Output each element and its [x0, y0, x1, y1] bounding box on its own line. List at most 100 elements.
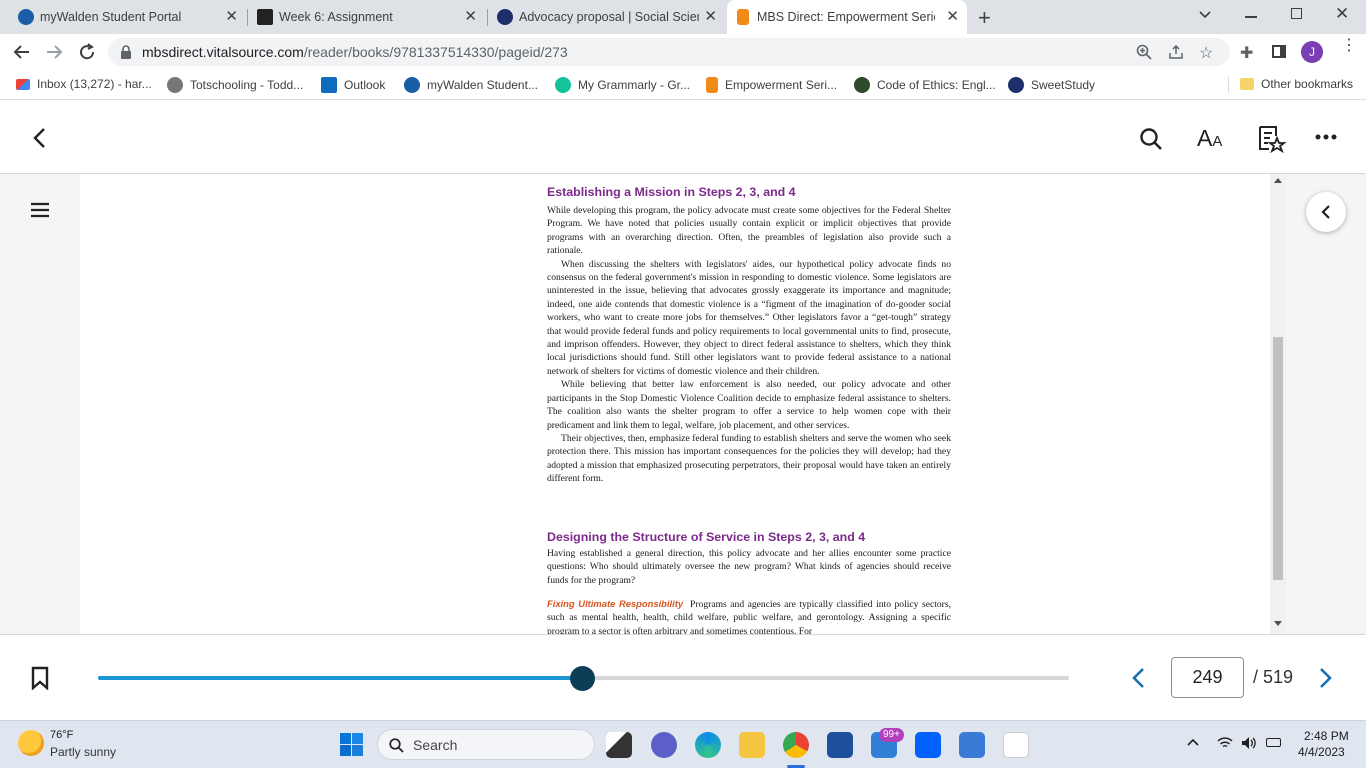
dropbox-icon[interactable]: [915, 732, 941, 758]
bookmark-item[interactable]: Totschooling - Todd...: [167, 77, 303, 93]
battery-icon[interactable]: [1266, 738, 1281, 747]
table-of-contents-icon[interactable]: [31, 202, 49, 218]
restore-button[interactable]: [1291, 8, 1302, 19]
tab-strip: myWalden Student Portal ✕ Week 6: Assign…: [0, 0, 1366, 34]
bookmark-label: My Grammarly - Gr...: [578, 78, 690, 92]
tab-walden-portal[interactable]: myWalden Student Portal ✕: [10, 0, 246, 34]
mbs-icon: [737, 9, 749, 25]
sweetstudy-icon: [1008, 77, 1024, 93]
page-slider[interactable]: [98, 666, 1069, 691]
sweetstudy-icon: [497, 9, 513, 25]
url-host: mbsdirect.vitalsource.com: [142, 44, 304, 60]
url-path: /reader/books/9781337514330/pageid/273: [303, 44, 568, 60]
next-page-icon[interactable]: [1319, 667, 1333, 689]
previous-page-icon[interactable]: [1131, 667, 1145, 689]
bookmark-item[interactable]: Code of Ethics: Engl...: [854, 77, 996, 93]
store-icon[interactable]: [827, 732, 853, 758]
weather-desc[interactable]: Partly sunny: [50, 745, 116, 759]
page-scrollbar[interactable]: [1270, 174, 1286, 634]
close-icon[interactable]: ✕: [946, 9, 959, 25]
section-text: While developing this program, the polic…: [547, 204, 951, 486]
notes-star-icon[interactable]: [1257, 124, 1287, 154]
bookmark-item[interactable]: Empowerment Seri...: [706, 77, 837, 93]
bookmark-item[interactable]: Outlook: [321, 77, 385, 93]
task-view-icon[interactable]: [606, 732, 632, 758]
windows-start-icon[interactable]: [340, 733, 363, 756]
reader-header: AA: [0, 101, 1366, 174]
more-options-icon[interactable]: [1315, 134, 1337, 140]
zoom-icon[interactable]: [1136, 44, 1152, 60]
bookmark-label: Outlook: [344, 78, 386, 92]
bookmark-label: Other bookmarks: [1261, 77, 1354, 91]
tab-separator: [487, 9, 488, 26]
back-chevron-icon[interactable]: [31, 127, 47, 149]
section-text: Fixing Ultimate Responsibility Programs …: [547, 597, 951, 634]
weather-icon[interactable]: [18, 730, 44, 756]
bookmark-label: Empowerment Seri...: [725, 78, 838, 92]
ethics-icon: [854, 77, 870, 93]
share-icon[interactable]: [1168, 44, 1184, 60]
page-slider-fill: [98, 676, 583, 680]
chat-icon[interactable]: [651, 732, 677, 758]
tab-title: Advocacy proposal | Social Scien: [519, 10, 699, 24]
minimize-button[interactable]: [1245, 16, 1257, 18]
profile-avatar[interactable]: J: [1301, 41, 1323, 63]
lock-icon[interactable]: [120, 45, 132, 59]
paragraph: While believing that better law enforcem…: [547, 379, 951, 431]
bookmark-item[interactable]: My Grammarly - Gr...: [555, 77, 690, 93]
page-total: / 519: [1253, 667, 1294, 687]
weather-temp[interactable]: 76°F: [50, 729, 73, 741]
clock-date[interactable]: 4/4/2023: [1298, 745, 1345, 759]
page-number-input[interactable]: 249: [1171, 657, 1244, 698]
bookmark-item[interactable]: SweetStudy: [1008, 77, 1095, 93]
tray-overflow-icon[interactable]: [1187, 738, 1199, 746]
file-explorer-icon[interactable]: [739, 732, 765, 758]
chrome-icon[interactable]: [783, 732, 809, 758]
back-arrow-icon[interactable]: [12, 42, 32, 62]
scrollbar-thumb[interactable]: [1273, 337, 1283, 580]
clock-time[interactable]: 2:48 PM: [1304, 729, 1349, 743]
edge-icon[interactable]: [695, 732, 721, 758]
section-heading: Establishing a Mission in Steps 2, 3, an…: [547, 185, 796, 199]
side-panel-icon[interactable]: [1272, 45, 1286, 58]
tab-search-icon[interactable]: [1197, 6, 1213, 22]
close-icon[interactable]: ✕: [225, 9, 238, 25]
tab-week6-assignment[interactable]: Week 6: Assignment ✕: [249, 0, 485, 34]
amazon-icon[interactable]: [1003, 732, 1029, 758]
run-in-heading: Fixing Ultimate Responsibility: [547, 598, 684, 609]
bookmark-star-icon[interactable]: ☆: [1199, 43, 1213, 63]
address-bar[interactable]: mbsdirect.vitalsource.com/reader/books/9…: [108, 38, 1230, 66]
wifi-icon[interactable]: [1217, 736, 1233, 749]
tab-separator: [247, 9, 248, 26]
new-tab-button[interactable]: +: [978, 5, 991, 31]
bookmark-item[interactable]: Inbox (13,272) - har...: [16, 77, 152, 91]
scroll-up-icon[interactable]: [1274, 178, 1282, 183]
extensions-icon[interactable]: ✚: [1240, 43, 1253, 63]
bookmark-divider: [1228, 77, 1229, 93]
url-text[interactable]: mbsdirect.vitalsource.com/reader/books/9…: [142, 44, 568, 60]
tab-title: Week 6: Assignment: [279, 10, 393, 24]
volume-icon[interactable]: [1241, 736, 1257, 750]
forward-arrow-icon[interactable]: [44, 42, 64, 62]
bookmark-item[interactable]: myWalden Student...: [404, 77, 538, 93]
walden-icon: [404, 77, 420, 93]
tab-mbs-direct[interactable]: MBS Direct: Empowerment Series ✕: [727, 0, 967, 34]
bookmark-label: myWalden Student...: [427, 78, 538, 92]
close-icon[interactable]: ✕: [704, 9, 717, 25]
bookmark-icon[interactable]: [31, 666, 49, 690]
close-window-button[interactable]: ✕: [1335, 4, 1349, 24]
myhp-icon[interactable]: [959, 732, 985, 758]
open-side-panel-button[interactable]: [1306, 192, 1346, 232]
reader-footer: 249 / 519: [0, 634, 1366, 720]
search-icon[interactable]: [1139, 127, 1163, 151]
other-bookmarks[interactable]: Other bookmarks: [1240, 77, 1353, 91]
tab-advocacy-proposal[interactable]: Advocacy proposal | Social Scien ✕: [489, 0, 725, 34]
scroll-down-icon[interactable]: [1274, 621, 1282, 626]
browser-menu-icon[interactable]: ⋮: [1341, 38, 1357, 54]
close-icon[interactable]: ✕: [464, 9, 477, 25]
taskbar-search[interactable]: Search: [377, 729, 595, 760]
text-size-icon[interactable]: AA: [1197, 125, 1222, 152]
page-slider-handle[interactable]: [570, 666, 596, 691]
reload-icon[interactable]: [77, 42, 97, 62]
bookmark-label: Totschooling - Todd...: [190, 78, 304, 92]
